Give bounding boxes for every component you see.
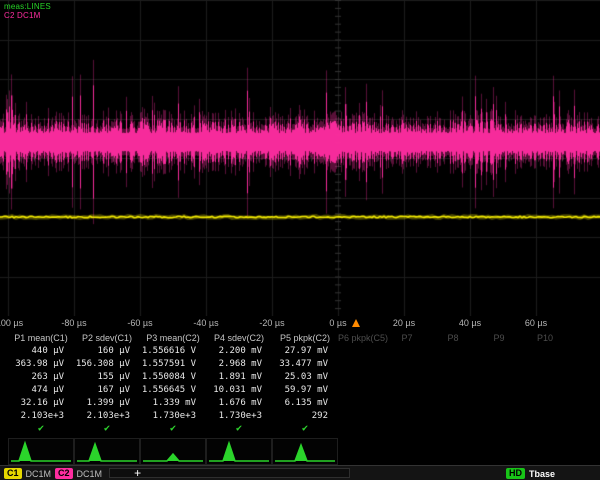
measurement-value: 27.97 mV — [272, 346, 338, 356]
measurement-value: 25.03 mV — [272, 372, 338, 382]
histicons-strip — [0, 435, 600, 465]
timebase-label: Tbase — [529, 469, 555, 479]
add-button[interactable]: + — [109, 468, 350, 478]
measurement-header-p1[interactable]: P1 mean(C1) — [8, 333, 74, 343]
measurement-header-p3[interactable]: P3 mean(C2) — [140, 333, 206, 343]
time-axis-label: -80 µs — [61, 318, 86, 328]
measurement-header-p8[interactable]: P8 — [430, 333, 476, 343]
measurement-header-p5[interactable]: P5 pkpk(C2) — [272, 333, 338, 343]
measurement-header-p4[interactable]: P4 sdev(C2) — [206, 333, 272, 343]
measurement-value: 363.98 µV — [8, 359, 74, 369]
measurement-value: 292 — [272, 411, 338, 421]
measurement-value: 33.477 mV — [272, 359, 338, 369]
acquisition-label: meas:LINES — [4, 2, 51, 11]
measurement-table: P1 mean(C1)P2 sdev(C1)P3 mean(C2)P4 sdev… — [0, 331, 600, 435]
measurement-value: 2.103e+3 — [74, 411, 140, 421]
time-axis-label: 40 µs — [459, 318, 481, 328]
measurement-value: 1.556616 V — [140, 346, 206, 356]
measurement-value: 2.200 mV — [206, 346, 272, 356]
oscilloscope-screen: meas:LINES C2 DC1M -100 µs -80 µs -60 µs -4… — [0, 0, 600, 480]
measurement-value: 1.399 µV — [74, 398, 140, 408]
status-check-icon: ✔ — [206, 423, 272, 434]
channel2-label: C2 DC1M — [4, 11, 51, 20]
timebase-descriptor[interactable]: HD Tbase 13 Bits 20.0 µs/div — [504, 467, 598, 479]
waveform-display[interactable]: meas:LINES C2 DC1M — [0, 0, 600, 316]
measurement-value: 1.891 mV — [206, 372, 272, 382]
measurement-value: 155 µV — [74, 372, 140, 382]
bottom-bar-spacer — [355, 467, 499, 479]
measurement-value: 474 µV — [8, 385, 74, 395]
measurement-header-p7[interactable]: P7 — [384, 333, 430, 343]
status-check-icon: ✔ — [74, 423, 140, 434]
measurement-value: 1.730e+3 — [140, 411, 206, 421]
status-check-icon: ✔ — [8, 423, 74, 434]
measurement-value: 1.730e+3 — [206, 411, 272, 421]
histicon-p3[interactable] — [140, 438, 206, 465]
histicon-p2[interactable] — [74, 438, 140, 465]
measurement-header-p10[interactable]: P10 — [522, 333, 568, 343]
measurement-value: 10.031 mV — [206, 385, 272, 395]
top-left-annotations: meas:LINES C2 DC1M — [4, 2, 51, 20]
measurement-value: 1.550084 V — [140, 372, 206, 382]
histicon-p4[interactable] — [206, 438, 272, 465]
time-axis-label: -40 µs — [193, 318, 218, 328]
channel1-chip[interactable]: C1 — [4, 468, 22, 479]
histicon-p5[interactable] — [272, 438, 338, 465]
descriptor-bar: C1 DC1M C2 DC1M 0 mV 10.0 mV + HD Tbase … — [0, 465, 600, 480]
hd-mode-chip[interactable]: HD — [506, 468, 525, 479]
measurement-value: 2.968 mV — [206, 359, 272, 369]
time-axis-label: -100 µs — [0, 318, 23, 328]
measurement-value: 263 µV — [8, 372, 74, 382]
measurement-value: 160 µV — [74, 346, 140, 356]
measurement-value: 1.339 mV — [140, 398, 206, 408]
measurement-header-p2[interactable]: P2 sdev(C1) — [74, 333, 140, 343]
channel-descriptors[interactable]: C1 DC1M C2 DC1M 0 mV 10.0 mV — [2, 467, 104, 479]
time-axis-label: -20 µs — [259, 318, 284, 328]
measurement-value: 167 µV — [74, 385, 140, 395]
measurement-header-p6[interactable]: P6 pkpk(C5) — [338, 333, 384, 343]
time-axis-label: -60 µs — [127, 318, 152, 328]
measurement-value: 156.308 µV — [74, 359, 140, 369]
plus-icon: + — [134, 466, 141, 480]
waveform-canvas — [0, 0, 600, 316]
measurement-value: 1.676 mV — [206, 398, 272, 408]
measurement-value: 2.103e+3 — [8, 411, 74, 421]
measurement-value: 1.557591 V — [140, 359, 206, 369]
channel2-chip[interactable]: C2 — [55, 468, 73, 479]
trigger-position-icon[interactable] — [352, 319, 360, 327]
time-axis-label: 60 µs — [525, 318, 547, 328]
measurement-header-p9[interactable]: P9 — [476, 333, 522, 343]
histicon-p1[interactable] — [8, 438, 74, 465]
measurement-value: 6.135 mV — [272, 398, 338, 408]
measurement-value: 1.556645 V — [140, 385, 206, 395]
status-check-icon: ✔ — [272, 423, 338, 434]
time-axis-label: 20 µs — [393, 318, 415, 328]
channel1-coupling: DC1M — [26, 469, 52, 479]
channel2-coupling: DC1M — [77, 469, 103, 479]
status-check-icon: ✔ — [140, 423, 206, 434]
time-axis-label: 0 µs — [329, 318, 346, 328]
time-axis: -100 µs -80 µs -60 µs -40 µs -20 µs 0 µs 20 µs… — [0, 316, 600, 331]
measurement-value: 32.16 µV — [8, 398, 74, 408]
measurement-value: 59.97 mV — [272, 385, 338, 395]
measurement-value: 440 µV — [8, 346, 74, 356]
